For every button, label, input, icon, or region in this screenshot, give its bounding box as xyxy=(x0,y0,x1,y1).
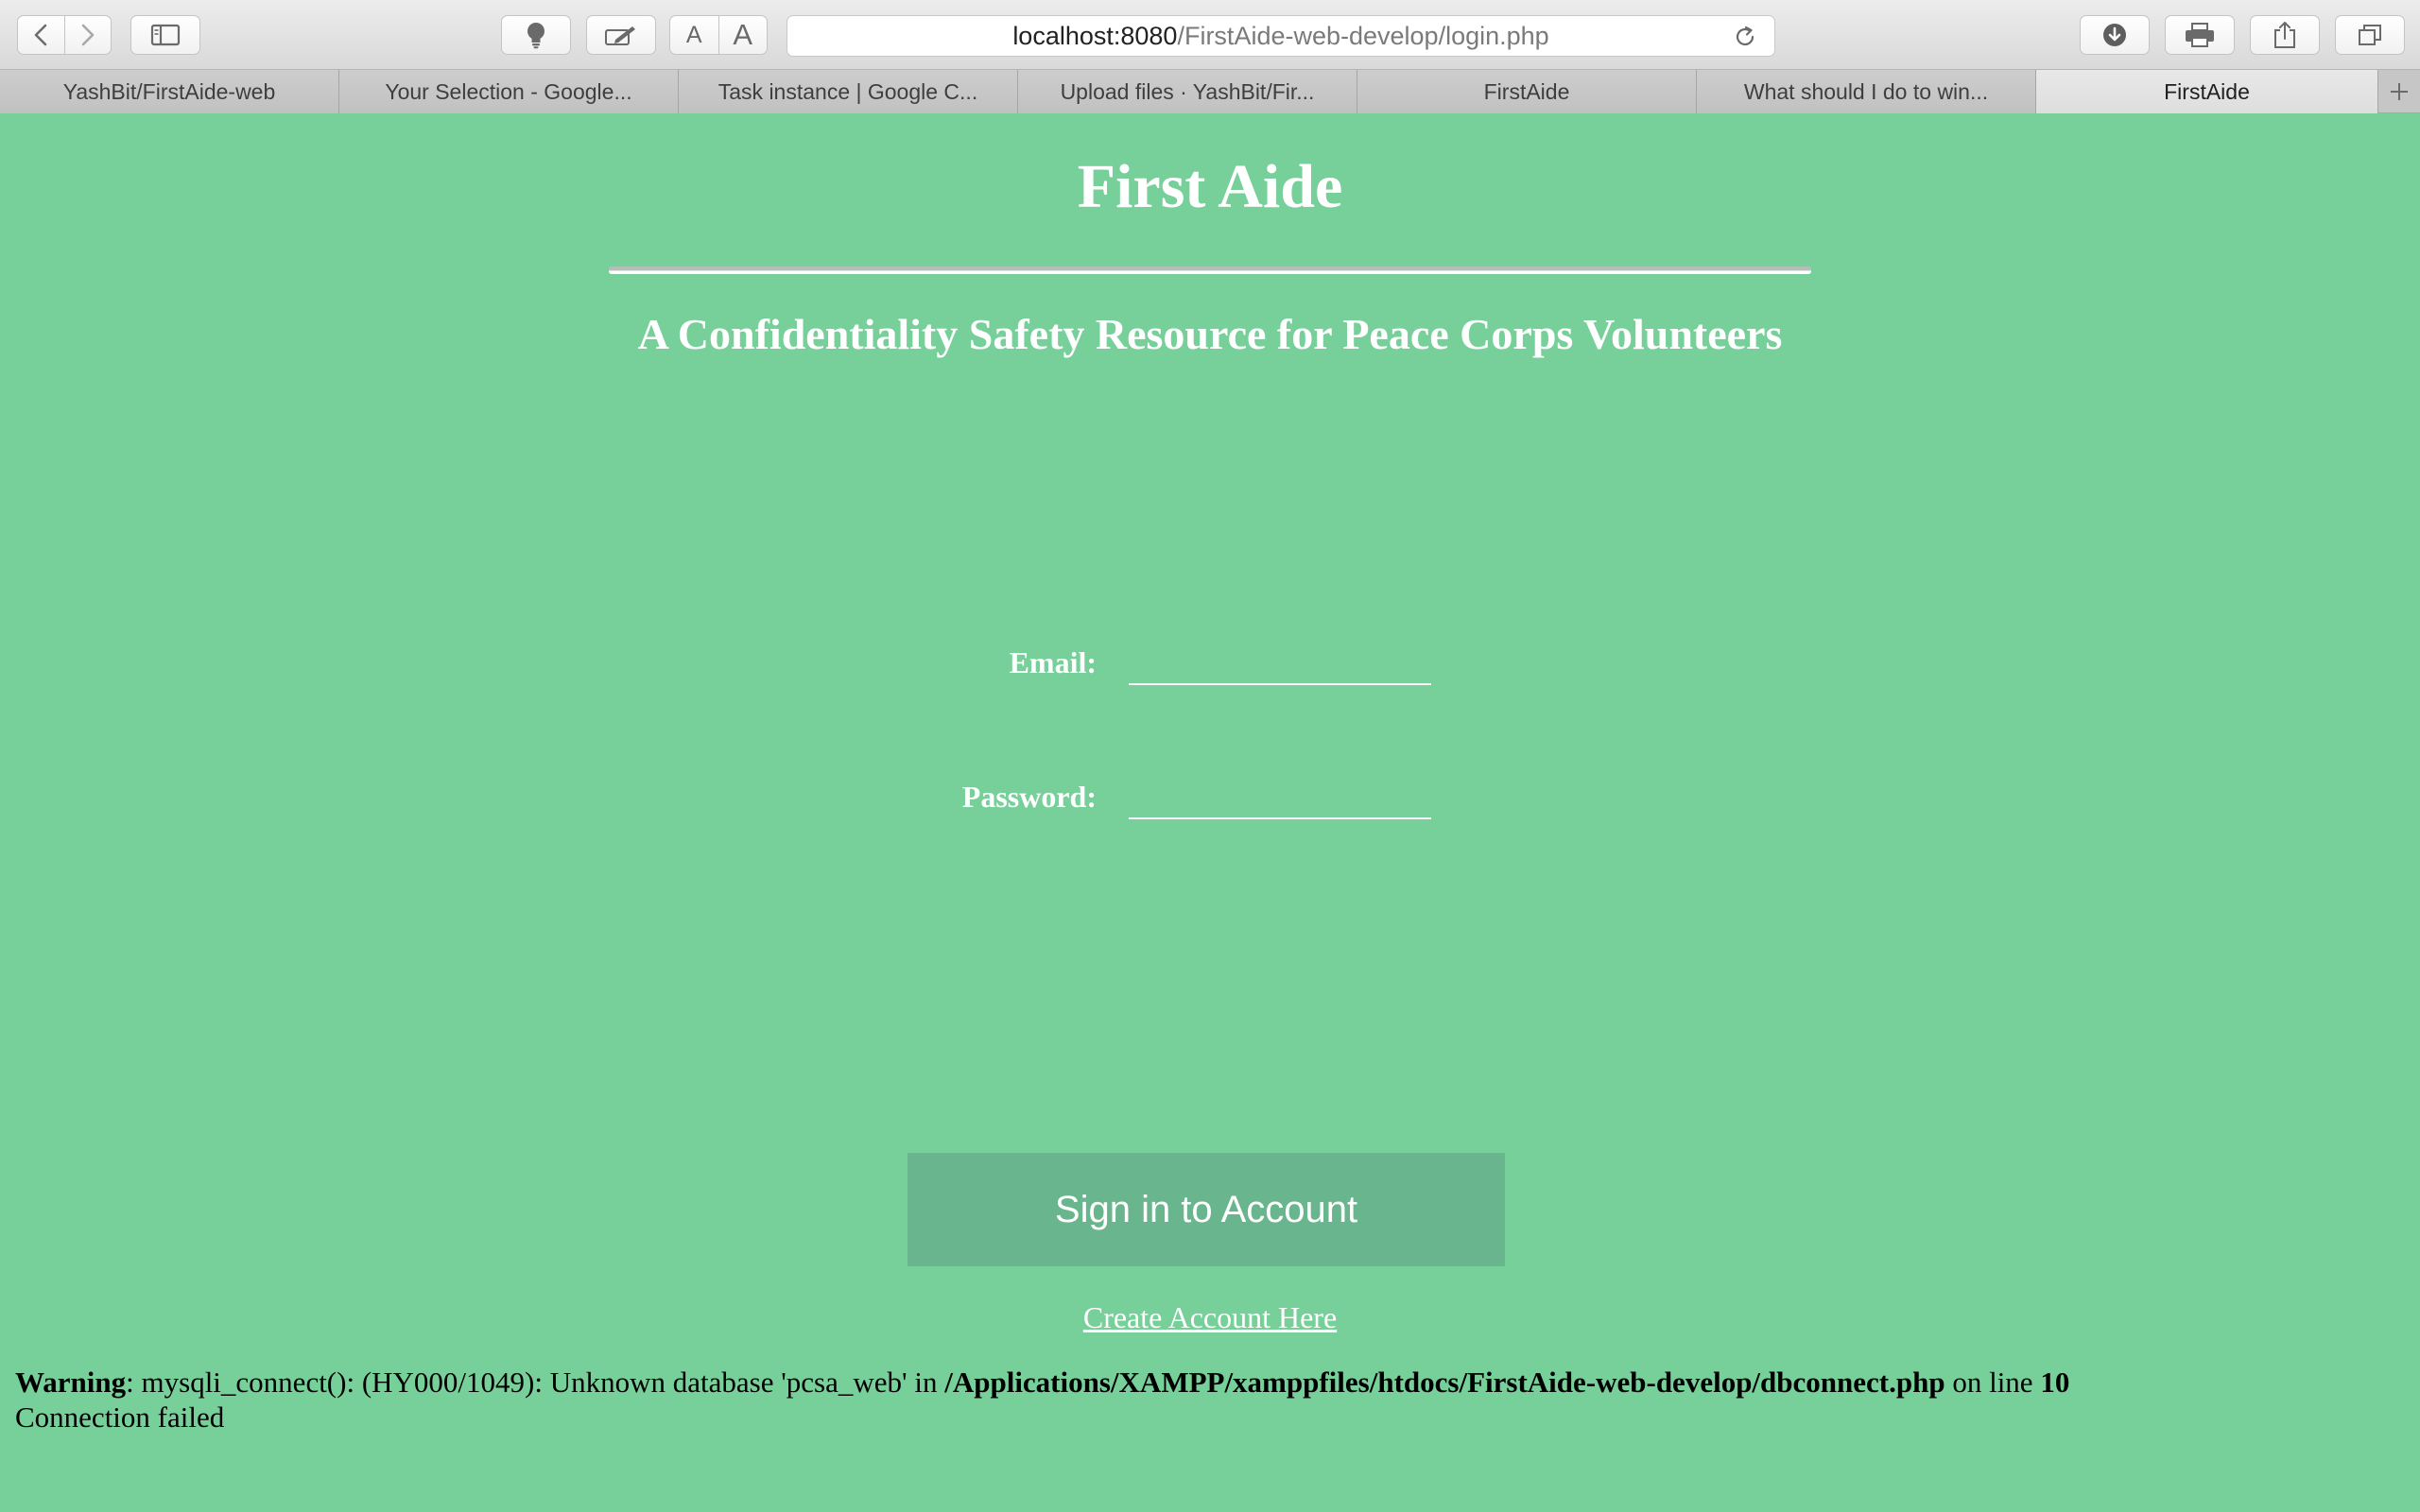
reload-icon[interactable] xyxy=(1733,25,1757,56)
address-host: localhost:8080 xyxy=(1012,21,1178,50)
php-warning: Warning: mysqli_connect(): (HY000/1049):… xyxy=(15,1365,2416,1435)
forward-icon[interactable] xyxy=(63,16,112,54)
annotate-icon[interactable] xyxy=(586,15,656,55)
plus-icon[interactable] xyxy=(2378,70,2420,113)
address-path: /FirstAide-web-develop/login.php xyxy=(1177,21,1549,50)
tab-yashbit-firstaide-web[interactable]: YashBit/FirstAide-web xyxy=(0,70,339,113)
page-title: First Aide xyxy=(1077,152,1343,221)
title-divider xyxy=(609,266,1811,274)
tab-upload-files[interactable]: Upload files · YashBit/Fir... xyxy=(1018,70,1357,113)
tab-bar: YashBit/FirstAide-web Your Selection - G… xyxy=(0,70,2420,113)
tab-your-selection[interactable]: Your Selection - Google... xyxy=(339,70,679,113)
print-icon[interactable] xyxy=(2165,15,2235,55)
password-field[interactable] xyxy=(1129,782,1431,819)
warning-line-number: 10 xyxy=(2040,1366,2070,1399)
sign-in-button[interactable]: Sign in to Account xyxy=(908,1153,1505,1266)
warning-message: : mysqli_connect(): (HY000/1049): Unknow… xyxy=(126,1366,945,1399)
tab-task-instance[interactable]: Task instance | Google C... xyxy=(679,70,1018,113)
lightbulb-icon[interactable] xyxy=(501,15,571,55)
increase-font-button[interactable]: A xyxy=(717,16,768,54)
browser-toolbar: A A localhost:8080/FirstAide-web-develop… xyxy=(0,0,2420,70)
page-subtitle: A Confidentiality Safety Resource for Pe… xyxy=(637,310,1783,358)
tab-firstaide-active[interactable]: FirstAide xyxy=(2036,70,2378,113)
warning-line: Warning: mysqli_connect(): (HY000/1049):… xyxy=(15,1365,2416,1400)
email-label: Email: xyxy=(1009,645,1097,679)
share-icon[interactable] xyxy=(2250,15,2320,55)
password-label: Password: xyxy=(961,780,1097,814)
navigation-buttons xyxy=(17,15,112,55)
tabs-overview-icon[interactable] xyxy=(2335,15,2405,55)
sidebar-icon[interactable] xyxy=(130,15,200,55)
warning-label: Warning xyxy=(15,1366,127,1399)
warning-on-line: on line xyxy=(1945,1366,2041,1399)
create-account-link[interactable]: Create Account Here xyxy=(1083,1300,1337,1334)
download-icon[interactable] xyxy=(2080,15,2150,55)
warning-file: /Applications/XAMPP/xamppfiles/htdocs/Fi… xyxy=(944,1366,1945,1399)
email-row: Email: xyxy=(0,634,2420,691)
address-bar[interactable]: localhost:8080/FirstAide-web-develop/log… xyxy=(786,15,1775,57)
font-size-controls: A A xyxy=(669,15,768,55)
connection-status: Connection failed xyxy=(15,1400,225,1434)
tab-firstaide[interactable]: FirstAide xyxy=(1357,70,1697,113)
email-field[interactable] xyxy=(1129,647,1431,685)
decrease-font-button[interactable]: A xyxy=(670,16,718,54)
create-account-row: Create Account Here xyxy=(0,1297,2420,1338)
back-icon[interactable] xyxy=(18,16,64,54)
tab-what-should-i-do[interactable]: What should I do to win... xyxy=(1697,70,2036,113)
password-row: Password: xyxy=(0,768,2420,825)
